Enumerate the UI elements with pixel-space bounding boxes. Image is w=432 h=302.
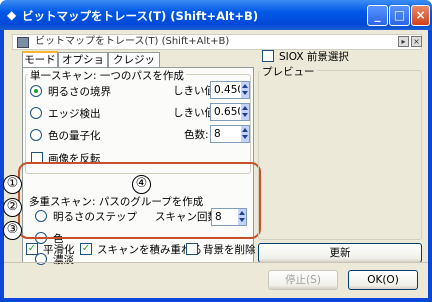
stop-button[interactable]: 停止(S) [268, 270, 338, 290]
smooth-checkbox[interactable]: ✓ 平滑化 [26, 241, 75, 257]
preview-frame: プレビュー [258, 64, 422, 240]
maximize-button[interactable]: □ [389, 5, 410, 26]
dock-title-bar[interactable]: ビットマップをトレース(T) (Shift+Alt+B) ▸ × [12, 34, 422, 50]
dialog-window: ◆ ビットマップをトレース(T) (Shift+Alt+B) _ □ × ビット… [0, 0, 432, 302]
checkbox[interactable] [186, 243, 198, 255]
trace-bitmap-icon [17, 37, 29, 48]
checkbox[interactable]: ✓ [26, 243, 38, 255]
app-icon: ◆ [7, 8, 17, 22]
window-title: ビットマップをトレース(T) (Shift+Alt+B) [22, 9, 259, 23]
checkbox[interactable]: ✓ [80, 243, 92, 255]
annotation-highlight-box [18, 162, 261, 239]
siox-checkbox[interactable]: SIOX 前景選択 [262, 49, 349, 63]
annotation-marker-4: ④ [132, 175, 151, 194]
spin-arrows-icon[interactable] [240, 104, 249, 120]
radio-color-quantization[interactable]: 色の量子化 [30, 127, 101, 143]
radio-button[interactable] [30, 129, 42, 141]
tab-credits[interactable]: クレジット [108, 52, 160, 80]
dock-title: ビットマップをトレース(T) (Shift+Alt+B) [35, 36, 230, 47]
radio-brightness-cutoff[interactable]: 明るさの境界 [30, 83, 111, 99]
dialog-body: ビットマップをトレース(T) (Shift+Alt+B) ▸ × モード オプシ… [3, 30, 428, 298]
close-button[interactable]: × [411, 5, 430, 26]
edge-threshold-spinner[interactable]: 0.650 [210, 103, 250, 121]
dock-close-icon[interactable]: × [411, 36, 422, 47]
divider [4, 262, 428, 263]
radio-button[interactable] [30, 85, 42, 97]
preview-title: プレビュー [260, 64, 317, 79]
title-bar[interactable]: ◆ ビットマップをトレース(T) (Shift+Alt+B) _ □ × [0, 0, 432, 30]
colors-label: 色数: [184, 129, 209, 141]
ok-button[interactable]: OK(O) [348, 270, 418, 290]
spin-arrows-icon[interactable] [240, 126, 249, 142]
annotation-marker-1: ① [3, 175, 22, 194]
dock-menu-icon[interactable]: ▸ [398, 36, 409, 47]
checkbox[interactable] [262, 50, 274, 62]
brightness-threshold-spinner[interactable]: 0.450 [210, 81, 250, 99]
single-scan-title: 単一スキャン: 一つのパスを作成 [28, 68, 186, 83]
tab-options[interactable]: オプション [58, 52, 108, 80]
radio-button[interactable] [30, 107, 42, 119]
minimize-button[interactable]: _ [367, 5, 388, 26]
colors-spinner[interactable]: 8 [210, 125, 250, 143]
annotation-marker-2: ② [3, 198, 22, 217]
single-scan-group: 単一スキャン: 一つのパスを作成 明るさの境界 しきい値: 0.450 エッジ検… [25, 68, 251, 174]
remove-background-checkbox[interactable]: 背景を削除 [186, 241, 256, 257]
annotation-marker-3: ③ [3, 221, 22, 240]
update-button[interactable]: 更新 [258, 243, 422, 263]
spin-arrows-icon[interactable] [240, 82, 249, 98]
radio-edge-detection[interactable]: エッジ検出 [30, 105, 101, 121]
stack-scans-checkbox[interactable]: ✓ スキャンを積み重ねる [80, 241, 202, 257]
preview-area [258, 70, 422, 240]
